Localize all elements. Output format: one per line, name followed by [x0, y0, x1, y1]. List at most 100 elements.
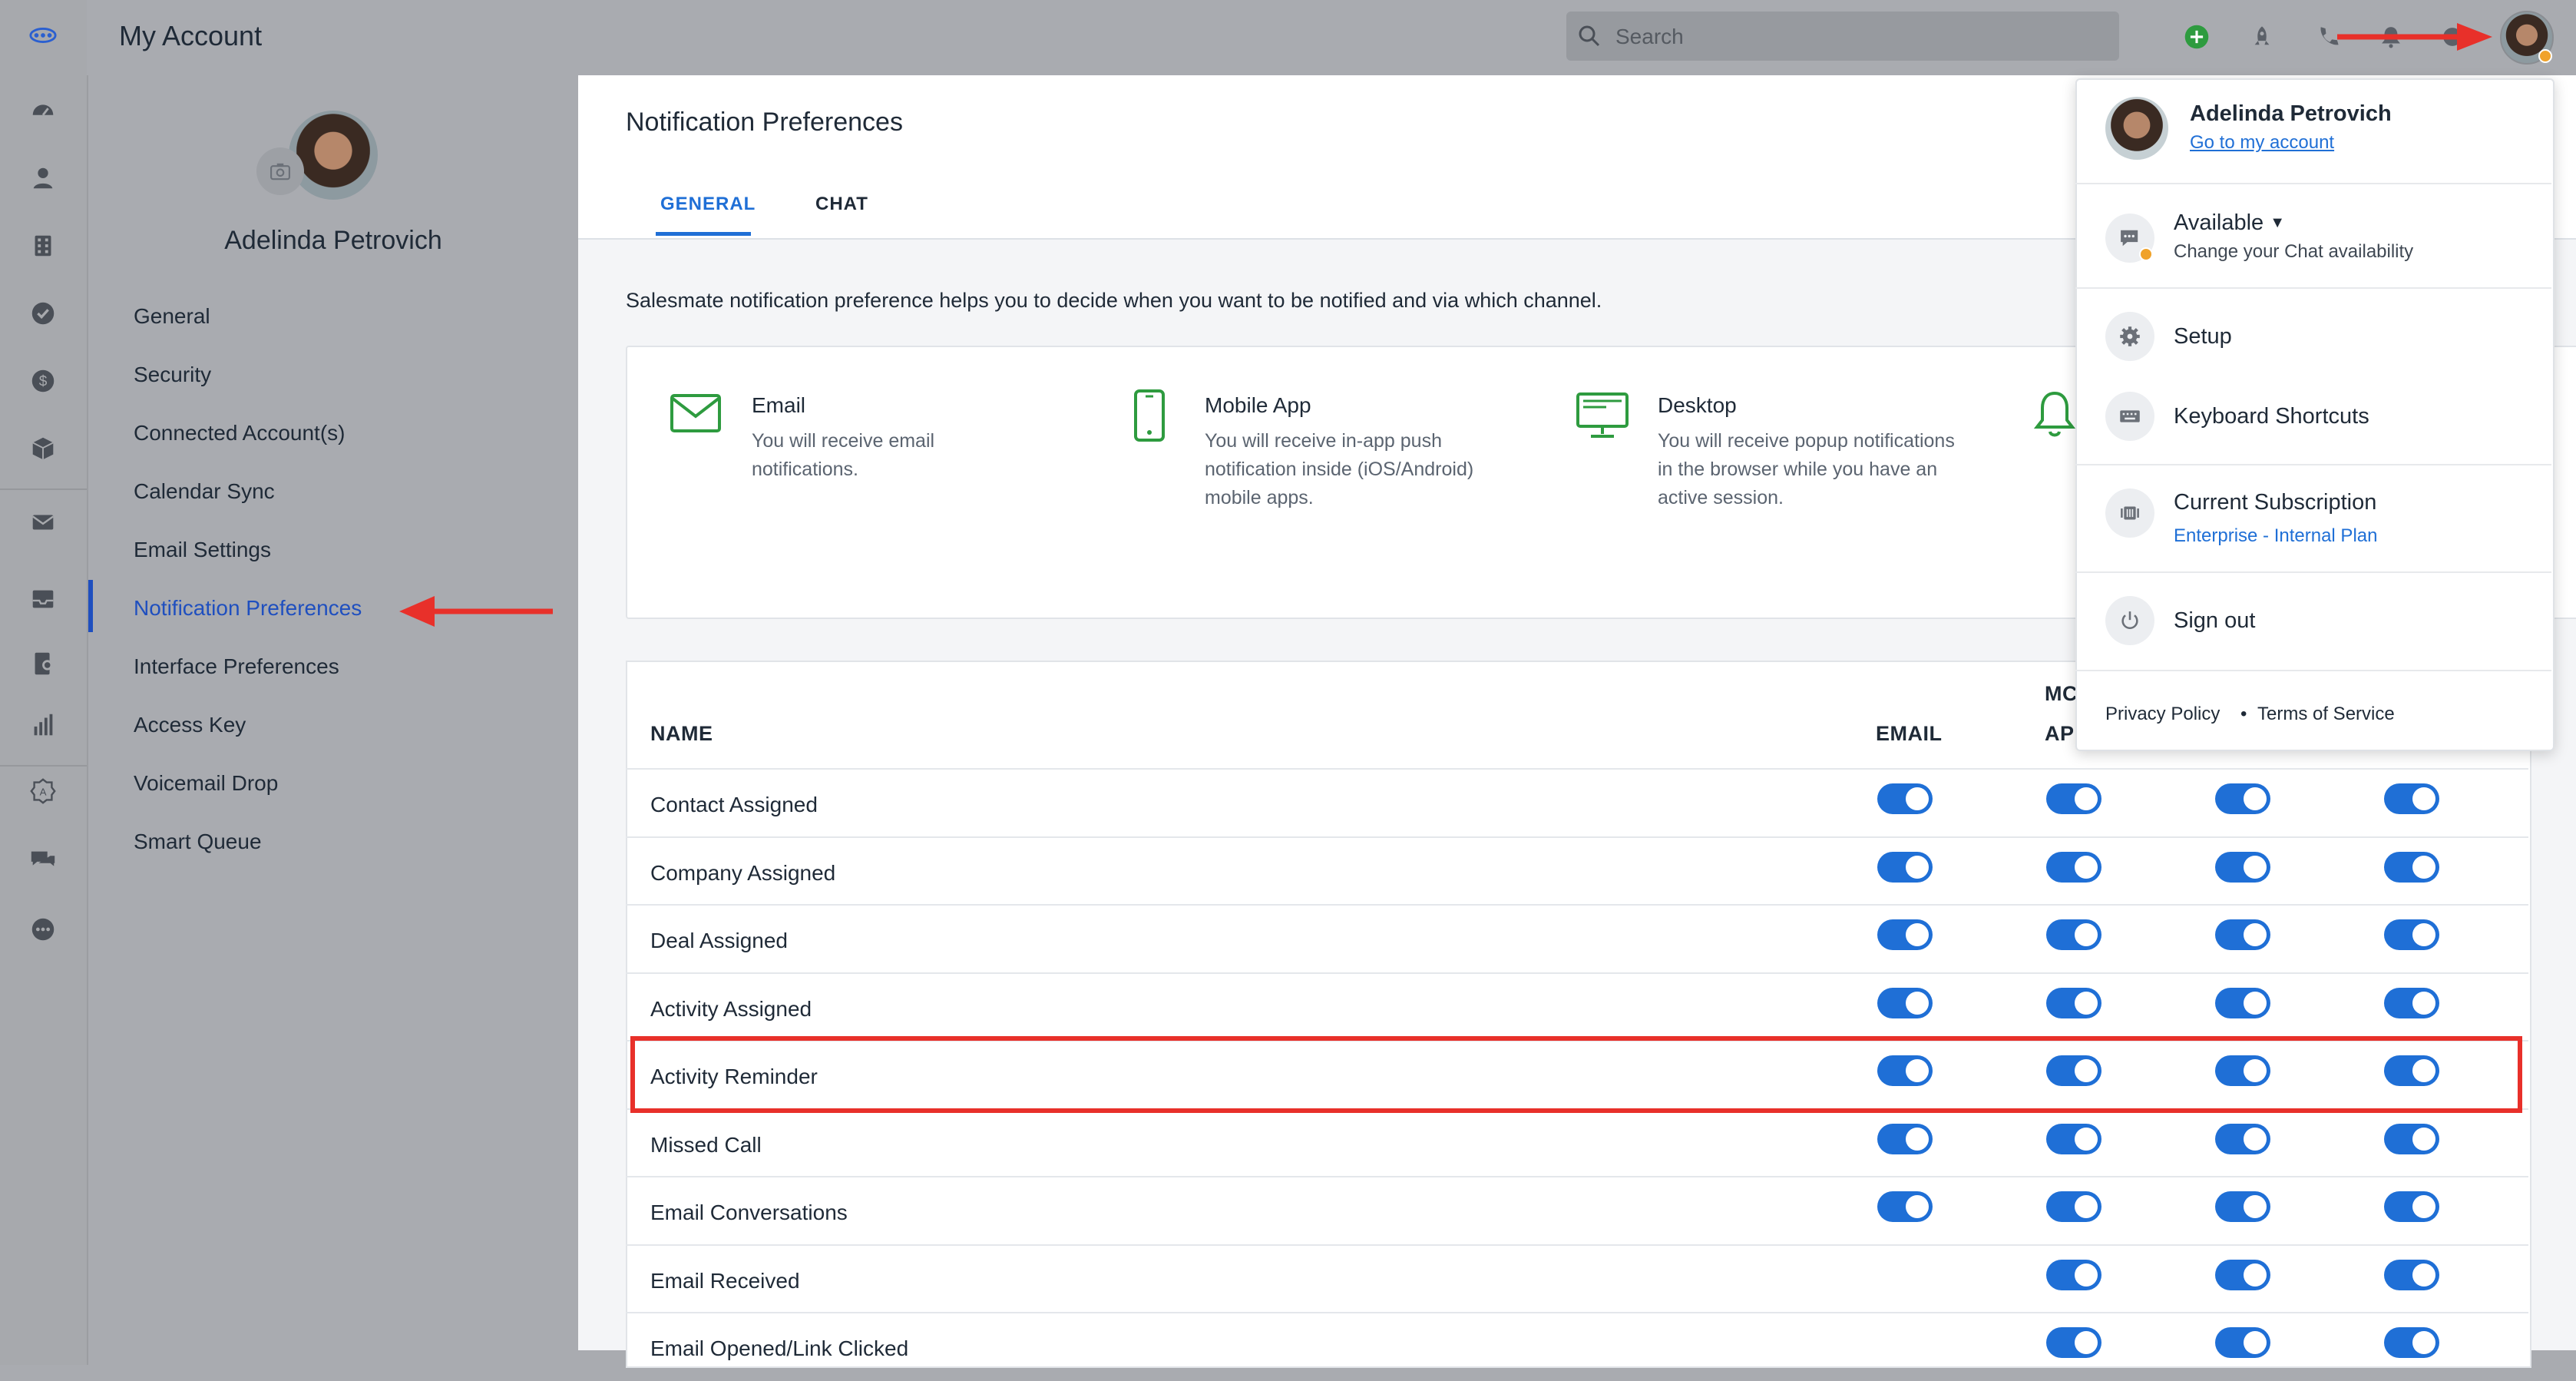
notification-toggle[interactable]	[1877, 852, 1933, 883]
nav-calendar-sync[interactable]: Calendar Sync	[134, 479, 275, 504]
notification-toggle[interactable]	[2215, 783, 2270, 814]
row-name: Email Conversations	[650, 1201, 848, 1224]
power-icon	[2105, 596, 2154, 645]
notification-toggle[interactable]	[1877, 988, 1933, 1018]
svg-text:$: $	[39, 374, 48, 390]
notification-toggle[interactable]	[2046, 988, 2101, 1018]
email-icon[interactable]	[25, 504, 61, 541]
notification-toggle[interactable]	[2215, 1327, 2270, 1358]
channel-email-title: Email	[752, 393, 806, 417]
notification-toggle[interactable]	[2215, 1124, 2270, 1154]
search-input[interactable]	[1614, 12, 2108, 62]
terms-of-service-link[interactable]: Terms of Service	[2257, 704, 2395, 725]
nav-access-key[interactable]: Access Key	[134, 713, 246, 737]
keyboard-icon	[2105, 392, 2154, 441]
notification-toggle[interactable]	[1877, 783, 1933, 814]
app-store-icon[interactable]: A	[25, 773, 61, 810]
nav-interface-preferences[interactable]: Interface Preferences	[134, 654, 339, 679]
row-name: Company Assigned	[650, 861, 836, 885]
notification-toggle[interactable]	[2046, 919, 2101, 950]
search-icon	[1579, 25, 1600, 47]
nav-smart-queue[interactable]: Smart Queue	[134, 830, 262, 854]
notification-toggle[interactable]	[2046, 1260, 2101, 1290]
deals-icon[interactable]: $	[25, 363, 61, 399]
notification-toggle[interactable]	[2384, 1191, 2439, 1222]
profile-name: Adelinda Petrovich	[224, 226, 442, 255]
notification-toggle[interactable]	[2215, 919, 2270, 950]
notification-toggle[interactable]	[1877, 1191, 1933, 1222]
notification-toggle[interactable]	[2384, 783, 2439, 814]
privacy-policy-link[interactable]: Privacy Policy	[2105, 704, 2220, 725]
nav-connected-accounts[interactable]: Connected Account(s)	[134, 421, 346, 445]
channel-desktop-title: Desktop	[1658, 393, 1737, 417]
notification-toggle[interactable]	[2384, 1124, 2439, 1154]
notification-toggle[interactable]	[2384, 1260, 2439, 1290]
tab-general[interactable]: GENERAL	[660, 194, 756, 215]
reports-icon[interactable]	[25, 707, 61, 743]
gear-icon	[2105, 312, 2154, 361]
notification-toggle[interactable]	[2046, 783, 2101, 814]
sign-out-item[interactable]: Sign out	[2174, 608, 2255, 634]
more-icon[interactable]	[25, 911, 61, 948]
column-header-mobile-line1: MC	[2045, 682, 2078, 705]
availability-subtext: Change your Chat availability	[2174, 241, 2414, 262]
add-icon[interactable]	[2181, 22, 2212, 52]
setup-item[interactable]: Setup	[2174, 324, 2232, 349]
dashboard-icon[interactable]	[25, 92, 61, 129]
notification-toggle[interactable]	[1877, 919, 1933, 950]
logo-icon[interactable]	[25, 17, 61, 54]
notification-toggle[interactable]	[2215, 1260, 2270, 1290]
products-icon[interactable]	[25, 430, 61, 467]
notification-toggle[interactable]	[2046, 1327, 2101, 1358]
row-name: Deal Assigned	[650, 929, 789, 952]
envelope-icon	[670, 394, 721, 432]
notification-toggle[interactable]	[2046, 852, 2101, 883]
nav-general[interactable]: General	[134, 304, 210, 329]
mobile-icon	[1134, 389, 1165, 442]
notification-toggle[interactable]	[2215, 852, 2270, 883]
notification-toggle[interactable]	[1877, 1124, 1933, 1154]
notification-toggle[interactable]	[2046, 1124, 2101, 1154]
availability-dot	[2139, 247, 2153, 261]
notification-toggle[interactable]	[2215, 1191, 2270, 1222]
keyboard-shortcuts-item[interactable]: Keyboard Shortcuts	[2174, 404, 2369, 429]
desktop-icon	[1576, 392, 1629, 438]
go-to-account-link[interactable]: Go to my account	[2190, 132, 2334, 154]
notification-toggle[interactable]	[2046, 1191, 2101, 1222]
tab-chat[interactable]: CHAT	[815, 194, 868, 215]
nav-email-settings[interactable]: Email Settings	[134, 538, 271, 562]
availability-label: Available	[2174, 210, 2264, 235]
column-header-mobile-line2: AP	[2045, 722, 2075, 745]
nav-voicemail-drop[interactable]: Voicemail Drop	[134, 771, 278, 796]
dropdown-avatar	[2105, 97, 2168, 160]
notification-toggle[interactable]	[2384, 1327, 2439, 1358]
notification-toggle[interactable]	[2384, 988, 2439, 1018]
inbox-icon[interactable]	[25, 581, 61, 618]
subscription-icon	[2105, 488, 2154, 538]
search-box[interactable]	[1566, 12, 2119, 62]
nav-notification-preferences[interactable]: Notification Preferences	[134, 596, 362, 621]
activities-icon[interactable]	[25, 295, 61, 332]
availability-status[interactable]: Available ▼	[2174, 210, 2285, 236]
row-name: Email Opened/Link Clicked	[650, 1336, 909, 1360]
channel-mobile-title: Mobile App	[1205, 393, 1311, 417]
channel-email-desc: You will receive email notifications.	[752, 430, 935, 480]
annotation-arrow-top	[2337, 23, 2492, 51]
sequences-icon[interactable]	[25, 645, 61, 682]
notification-toggle[interactable]	[2384, 852, 2439, 883]
camera-icon[interactable]	[256, 147, 304, 195]
svg-text:A: A	[40, 787, 47, 798]
notification-toggle[interactable]	[2384, 919, 2439, 950]
row-name: Email Received	[650, 1269, 800, 1293]
intro-text: Salesmate notification preference helps …	[626, 289, 1602, 312]
notification-toggle[interactable]	[2215, 988, 2270, 1018]
app-rail: $ A	[0, 0, 88, 1365]
rocket-icon[interactable]	[2247, 22, 2277, 52]
caret-down-icon: ▼	[2270, 214, 2286, 231]
nav-security[interactable]: Security	[134, 363, 211, 387]
chat-icon[interactable]	[25, 842, 61, 879]
subscription-plan-link[interactable]: Enterprise - Internal Plan	[2174, 525, 2377, 547]
contacts-icon[interactable]	[25, 160, 61, 197]
channel-mobile-desc: You will receive in-app push notificatio…	[1205, 430, 1474, 508]
nav-active-indicator	[88, 580, 93, 632]
